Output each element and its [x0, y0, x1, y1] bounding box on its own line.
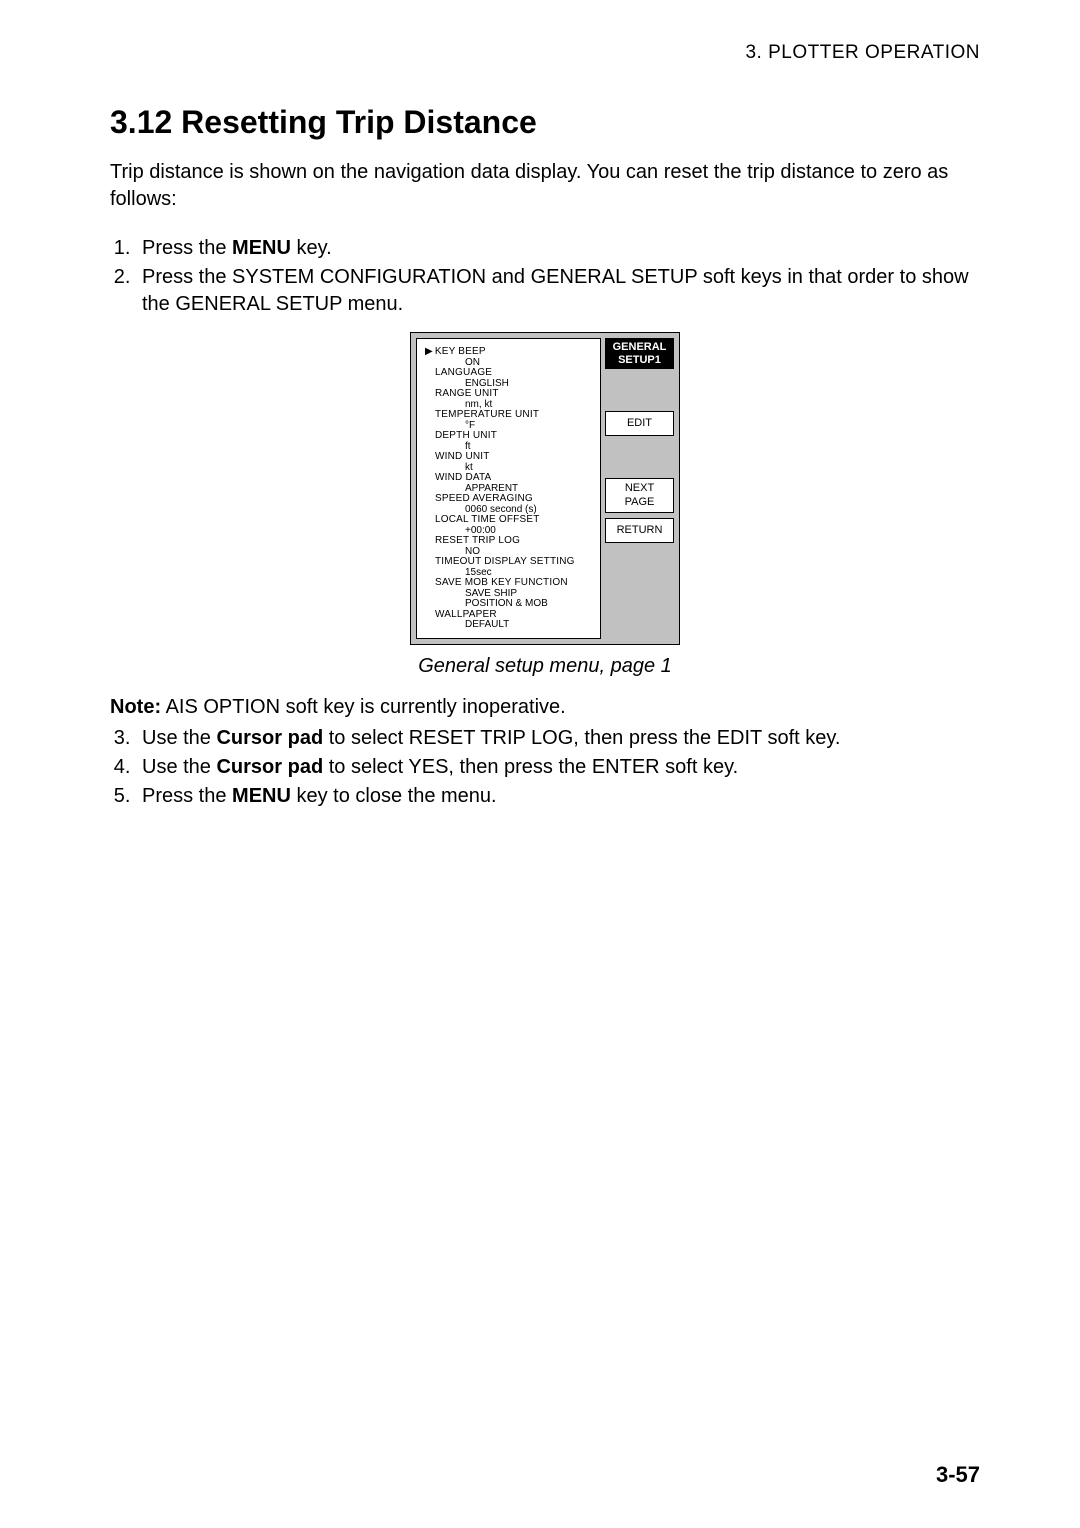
menu-item-label: TIMEOUT DISPLAY SETTING: [425, 557, 594, 568]
menu-item-label: SAVE MOB KEY FUNCTION: [425, 578, 594, 589]
step-4: Use the Cursor pad to select YES, then p…: [136, 754, 980, 781]
menu-item-value: DEFAULT: [465, 620, 594, 631]
step-5: Press the MENU key to close the menu.: [136, 783, 980, 810]
note-line: Note: AIS OPTION soft key is currently i…: [110, 694, 980, 721]
page-title: 3.12 Resetting Trip Distance: [110, 104, 980, 141]
menu-item-label: WIND UNIT: [425, 452, 594, 463]
general-setup-figure: ▶KEY BEEPONLANGUAGEENGLISHRANGE UNITnm, …: [410, 332, 680, 645]
softkey-edit: EDIT: [605, 411, 674, 436]
menu-item-label: TEMPERATURE UNIT: [425, 410, 594, 421]
page-number: 3-57: [936, 1462, 980, 1488]
softkey-return: RETURN: [605, 518, 674, 543]
figure-caption: General setup menu, page 1: [110, 655, 980, 678]
intro-paragraph: Trip distance is shown on the navigation…: [110, 159, 980, 213]
menu-item-label: SPEED AVERAGING: [425, 494, 594, 505]
menu-item-label: RANGE UNIT: [425, 389, 594, 400]
section-header: 3. PLOTTER OPERATION: [110, 42, 980, 64]
steps-list-continued: Use the Cursor pad to select RESET TRIP …: [110, 725, 980, 810]
menu-item-label: LANGUAGE: [425, 368, 594, 379]
menu-panel: ▶KEY BEEPONLANGUAGEENGLISHRANGE UNITnm, …: [416, 338, 601, 639]
steps-list: Press the MENU key. Press the SYSTEM CON…: [110, 235, 980, 318]
softkey-title: GENERAL SETUP1: [605, 338, 674, 369]
menu-item-label: RESET TRIP LOG: [425, 536, 594, 547]
softkey-column: GENERAL SETUP1 EDIT NEXT PAGE RETURN: [605, 338, 674, 543]
softkey-next-page: NEXT PAGE: [605, 478, 674, 512]
menu-key-label: MENU: [232, 237, 291, 259]
step-1: Press the MENU key.: [136, 235, 980, 262]
menu-item-label: LOCAL TIME OFFSET: [425, 515, 594, 526]
step-2: Press the SYSTEM CONFIGURATION and GENER…: [136, 264, 980, 318]
note-label: Note:: [110, 696, 161, 718]
menu-item-label: DEPTH UNIT: [425, 431, 594, 442]
menu-item-label: WIND DATA: [425, 473, 594, 484]
cursor-icon: ▶: [425, 346, 433, 357]
step-3: Use the Cursor pad to select RESET TRIP …: [136, 725, 980, 752]
menu-item-label: ▶KEY BEEP: [425, 347, 594, 358]
menu-item-label: WALLPAPER: [425, 610, 594, 621]
